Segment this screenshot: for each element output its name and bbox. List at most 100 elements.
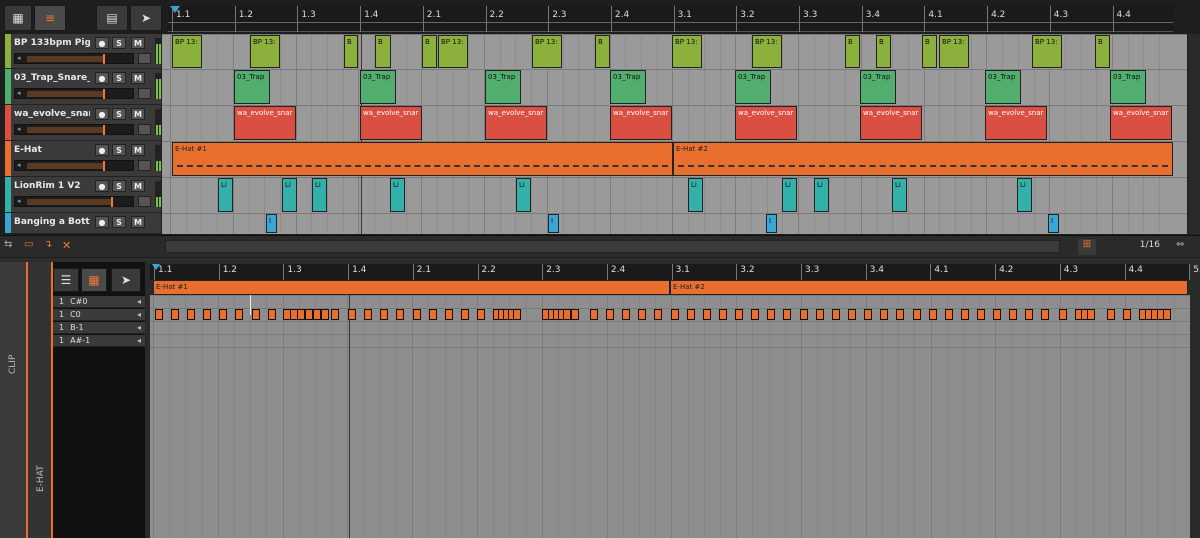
midi-note[interactable] [461,309,469,320]
clip-bottle[interactable]: I [548,214,559,233]
speaker-icon[interactable]: ◂ [137,322,141,334]
track-header[interactable]: E-Hat ● S M ◂ [5,141,162,177]
speaker-icon[interactable]: ◂ [137,296,141,308]
solo-button[interactable]: S [112,180,126,192]
clip-trap-snare[interactable]: 03_Trap [985,70,1021,104]
clip-bp133[interactable]: B [1095,35,1110,68]
clip-bp133[interactable]: B [845,35,860,68]
mute-button[interactable]: M [131,108,145,120]
volume-slider[interactable]: ◂ [14,196,134,207]
arm-button[interactable]: ● [95,144,109,156]
track-menu-button[interactable] [138,196,151,207]
midi-note[interactable] [563,309,571,320]
snap-icon[interactable]: ⊞ [1078,239,1096,255]
clip-trap-snare[interactable]: 03_Trap [1110,70,1146,104]
midi-note[interactable] [832,309,840,320]
track-header[interactable]: LionRim 1 V2 ● S M ◂ [5,177,162,213]
track-menu-button[interactable] [138,88,151,99]
clip-lionrim[interactable]: Li [516,178,531,212]
midi-note[interactable] [203,309,211,320]
arranger-ruler[interactable]: 1.1 1.2 1.3 1.4 2.1 2.2 2.3 2.4 3.1 3.2 3.3 3.4 4.1 4… [168,6,1173,32]
midi-note[interactable] [1009,309,1017,320]
midi-note[interactable] [816,309,824,320]
midi-note[interactable] [687,309,695,320]
clip-trap-snare[interactable]: 03_Trap [735,70,771,104]
key-row[interactable]: 1 B-1 ◂ [53,322,145,334]
midi-note[interactable] [1059,309,1067,320]
clip-lionrim[interactable]: Li [1017,178,1032,212]
midi-note[interactable] [252,309,260,320]
volume-slider[interactable]: ◂ [14,124,134,135]
midi-note[interactable] [913,309,921,320]
clip-lionrim[interactable]: Li [688,178,703,212]
mute-button[interactable]: M [131,72,145,84]
midi-note[interactable] [429,309,437,320]
midi-note[interactable] [171,309,179,320]
fold-icon[interactable]: ↴ [44,239,58,253]
midi-note[interactable] [1025,309,1033,320]
clip-bp133[interactable]: BP 13: [939,35,969,68]
arm-button[interactable]: ● [95,37,109,49]
swap-icon[interactable]: ⇆ [4,239,18,253]
clip-evolve-snare[interactable]: wa_evolve_snar [360,106,422,140]
clip-bp133[interactable]: B [876,35,891,68]
midi-note[interactable] [735,309,743,320]
view-toggle-button[interactable]: ▤ [96,5,128,31]
arrangement-grid[interactable]: BP 13: BP 13: B B B BP 13: BP 13: B BP 13: BP 13:… [162,34,1187,234]
midi-note[interactable] [961,309,969,320]
key-row[interactable]: 1 C0 ◂ [53,309,145,321]
midi-note[interactable] [445,309,453,320]
midi-note[interactable] [396,309,404,320]
midi-note[interactable] [848,309,856,320]
midi-note[interactable] [219,309,227,320]
track-menu-button[interactable] [138,53,151,64]
midi-note[interactable] [638,309,646,320]
volume-slider[interactable]: ◂ [14,160,134,171]
key-row[interactable]: 1 C#0 ◂ [53,296,145,308]
solo-button[interactable]: S [112,72,126,84]
clip-bottle[interactable]: I [266,214,277,233]
track-menu-button[interactable] [138,160,151,171]
volume-slider[interactable]: ◂ [14,88,134,99]
midi-note[interactable] [331,309,339,320]
midi-note[interactable] [1087,309,1095,320]
midi-note[interactable] [413,309,421,320]
track-header[interactable]: BP 133bpm Pig F... ●SM ◂ [5,34,162,69]
volume-slider[interactable]: ◂ [14,53,134,64]
clip-lionrim[interactable]: Li [390,178,405,212]
clip-trap-snare[interactable]: 03_Trap [485,70,521,104]
clip-bp133[interactable]: B [375,35,391,68]
zoom-icon[interactable]: ⇔ [1176,239,1190,253]
midi-note[interactable] [703,309,711,320]
speaker-icon[interactable]: ◂ [137,335,141,347]
clip-bp133[interactable]: BP 13: [752,35,782,68]
midi-note[interactable] [767,309,775,320]
midi-note[interactable] [1163,309,1171,320]
clip-lionrim[interactable]: Li [218,178,233,212]
arm-button[interactable]: ● [95,216,109,228]
midi-note[interactable] [590,309,598,320]
clip-bp133[interactable]: BP 13: [250,35,280,68]
midi-note[interactable] [268,309,276,320]
mute-button[interactable]: M [131,216,145,228]
midi-note[interactable] [305,309,313,320]
close-icon[interactable]: ✕ [62,239,76,253]
clip-lionrim[interactable]: Li [814,178,829,212]
grid-view-button[interactable]: ▦ [4,5,32,31]
pointer-tool-button[interactable]: ➤ [130,5,162,31]
clip-evolve-snare[interactable]: wa_evolve_snar [485,106,547,140]
clip-trap-snare[interactable]: 03_Trap [234,70,270,104]
clip-lionrim[interactable]: Li [782,178,797,212]
grid-resolution[interactable]: 1/16 [1110,240,1160,254]
speaker-icon[interactable]: ◂ [137,309,141,321]
editor-ruler[interactable]: 1.1 1.2 1.3 1.4 2.1 2.2 2.3 2.4 3.1 3.2 3.3 3.4 4.1 4… [150,264,1200,280]
list-mode-button[interactable]: ☰ [53,268,79,292]
arm-button[interactable]: ● [95,108,109,120]
midi-note[interactable] [321,309,329,320]
clip-bp133[interactable]: B [422,35,437,68]
midi-note[interactable] [993,309,1001,320]
clip-evolve-snare[interactable]: wa_evolve_snar [234,106,296,140]
midi-note[interactable] [929,309,937,320]
clip-evolve-snare[interactable]: wa_evolve_snar [985,106,1047,140]
clip-bp133[interactable]: BP 13: [672,35,702,68]
